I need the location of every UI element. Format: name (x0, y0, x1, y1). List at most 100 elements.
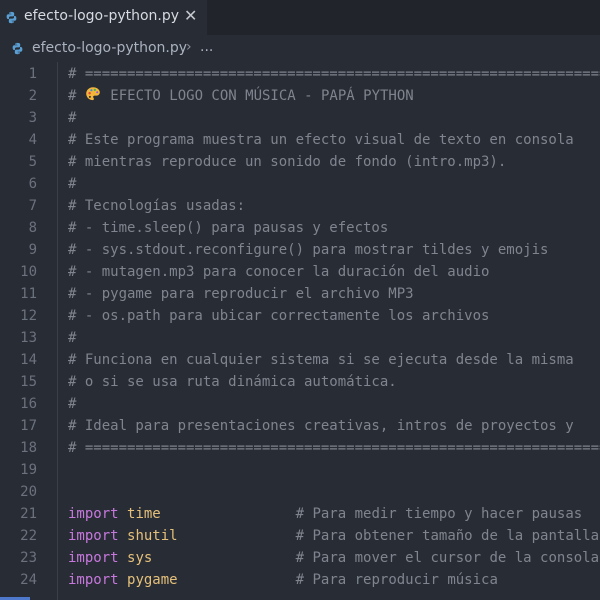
comment-text: # (68, 176, 77, 192)
line-content: # - mutagen.mp3 para conocer la duración… (68, 261, 489, 283)
python-icon (6, 11, 17, 24)
line-content: # EFECTO LOGO CON MÚSICA - PAPÁ PYTHON (68, 85, 414, 107)
code-line[interactable]: 18 # ====================================… (0, 437, 600, 459)
close-icon[interactable]: ✕ (184, 6, 197, 26)
code-line[interactable]: 23 import sys # Para mover el cursor de l… (0, 547, 600, 569)
line-number: 7 (28, 198, 37, 214)
comment-text: # - pygame para reproducir el archivo MP… (68, 286, 414, 302)
code-line[interactable]: 9 # - sys.stdout.reconfigure() para mostr… (0, 239, 600, 261)
line-content: # - os.path para ubicar correctamente lo… (68, 305, 489, 327)
line-number: 22 (20, 528, 37, 544)
line-number: 3 (28, 110, 37, 126)
code-line[interactable]: 13 # (0, 327, 600, 349)
code-line[interactable]: 21 import time # Para medir tiempo y hace… (0, 503, 600, 525)
breadcrumb-file[interactable]: efecto-logo-python.py (32, 40, 187, 56)
line-number: 24 (20, 572, 37, 588)
code-line[interactable]: 10 # - mutagen.mp3 para conocer la duraci… (0, 261, 600, 283)
tab-bar: efecto-logo-python.py ✕ (0, 0, 600, 35)
breadcrumb: efecto-logo-python.py › ... (0, 38, 600, 60)
line-number: 18 (20, 440, 37, 456)
code-editor[interactable]: 1 # =====================================… (0, 62, 600, 600)
line-number: 13 (20, 330, 37, 346)
comment-text: # - time.sleep() para pausas y efectos (68, 220, 389, 236)
keyword: import (68, 550, 119, 566)
line-number: 16 (20, 396, 37, 412)
keyword: import (68, 528, 119, 544)
code-line[interactable]: 11 # - pygame para reproducir el archivo … (0, 283, 600, 305)
inline-comment: # Para obtener tamaño de la pantalla (295, 528, 600, 544)
comment-text: EFECTO LOGO CON MÚSICA - PAPÁ PYTHON (101, 88, 414, 104)
python-icon (12, 42, 23, 55)
line-content: # Tecnologías usadas: (68, 195, 245, 217)
comment-text: # Tecnologías usadas: (68, 198, 246, 214)
code-line[interactable]: 1 # =====================================… (0, 63, 600, 85)
palette-icon (86, 87, 100, 101)
line-number: 2 (28, 88, 37, 104)
line-content: # o si se usa ruta dinámica automática. (68, 371, 397, 393)
line-content: import sys # Para mover el cursor de la … (68, 547, 599, 569)
code-line[interactable]: 6 # (0, 173, 600, 195)
line-content: # (68, 107, 76, 129)
module-name: pygame (127, 572, 178, 588)
line-number: 1 (28, 66, 37, 82)
line-content: # mientras reproduce un sonido de fondo … (68, 151, 506, 173)
line-number: 21 (20, 506, 37, 522)
comment-text: # mientras reproduce un sonido de fondo … (68, 154, 507, 170)
code-line[interactable]: 20 (0, 481, 600, 503)
code-line[interactable]: 5 # mientras reproduce un sonido de fondo… (0, 151, 600, 173)
chevron-right-icon: › (186, 39, 192, 55)
line-content: # Este programa muestra un efecto visual… (68, 129, 574, 151)
comment-text: # ======================================… (68, 66, 600, 82)
editor-window: efecto-logo-python.py ✕ efecto-logo-pyth… (0, 0, 600, 600)
breadcrumb-more[interactable]: ... (200, 39, 213, 55)
code-line[interactable]: 19 (0, 459, 600, 481)
keyword: import (68, 572, 119, 588)
line-number: 12 (20, 308, 37, 324)
inline-comment: # Para reproducir música (295, 572, 498, 588)
code-line[interactable]: 14 # Funciona en cualquier sistema si se … (0, 349, 600, 371)
code-line[interactable]: 12 # - os.path para ubicar correctamente … (0, 305, 600, 327)
line-content: # - sys.stdout.reconfigure() para mostra… (68, 239, 548, 261)
line-content: # (68, 393, 76, 415)
line-number: 11 (20, 286, 37, 302)
code-line[interactable]: 4 # Este programa muestra un efecto visua… (0, 129, 600, 151)
line-number: 15 (20, 374, 37, 390)
comment-text: # Este programa muestra un efecto visual… (68, 132, 574, 148)
line-number: 4 (28, 132, 37, 148)
line-number: 14 (20, 352, 37, 368)
comment-text: # (68, 110, 77, 126)
line-number: 19 (20, 462, 37, 478)
comment-text: # - os.path para ubicar correctamente lo… (68, 308, 490, 324)
module-name: sys (127, 550, 153, 566)
code-line[interactable]: 2 # EFECTO LOGO CON MÚSICA - PAPÁ PYTHON (0, 85, 600, 107)
comment-text: # ======================================… (68, 440, 600, 456)
module-name: time (127, 506, 161, 522)
line-number: 23 (20, 550, 37, 566)
code-line[interactable]: 7 # Tecnologías usadas: (0, 195, 600, 217)
keyword: import (68, 506, 119, 522)
line-content: # (68, 327, 76, 349)
comment-text: # (68, 330, 77, 346)
line-content: import time # Para medir tiempo y hacer … (68, 503, 582, 525)
comment-text: # o si se usa ruta dinámica automática. (68, 374, 397, 390)
line-number: 17 (20, 418, 37, 434)
code-line[interactable]: 24 import pygame # Para reproducir música (0, 569, 600, 591)
line-content: # ======================================… (68, 437, 600, 459)
line-number: 10 (20, 264, 37, 280)
tab-efecto-logo-python[interactable]: efecto-logo-python.py ✕ (0, 0, 207, 35)
code-line[interactable]: 16 # (0, 393, 600, 415)
code-line[interactable]: 17 # Ideal para presentaciones creativas,… (0, 415, 600, 437)
code-line[interactable]: 15 # o si se usa ruta dinámica automática… (0, 371, 600, 393)
comment-text: # Ideal para presentaciones creativas, i… (68, 418, 574, 434)
line-content: # Funciona en cualquier sistema si se ej… (68, 349, 574, 371)
line-content: # - time.sleep() para pausas y efectos (68, 217, 388, 239)
code-line[interactable]: 22 import shutil # Para obtener tamaño de… (0, 525, 600, 547)
comment-text: # (68, 396, 77, 412)
line-content: # ======================================… (68, 63, 600, 85)
comment-text: # - sys.stdout.reconfigure() para mostra… (68, 242, 549, 258)
code-line[interactable]: 3 # (0, 107, 600, 129)
code-line[interactable]: 8 # - time.sleep() para pausas y efectos (0, 217, 600, 239)
line-content: # - pygame para reproducir el archivo MP… (68, 283, 414, 305)
line-number: 20 (20, 484, 37, 500)
inline-comment: # Para mover el cursor de la consola (295, 550, 600, 566)
